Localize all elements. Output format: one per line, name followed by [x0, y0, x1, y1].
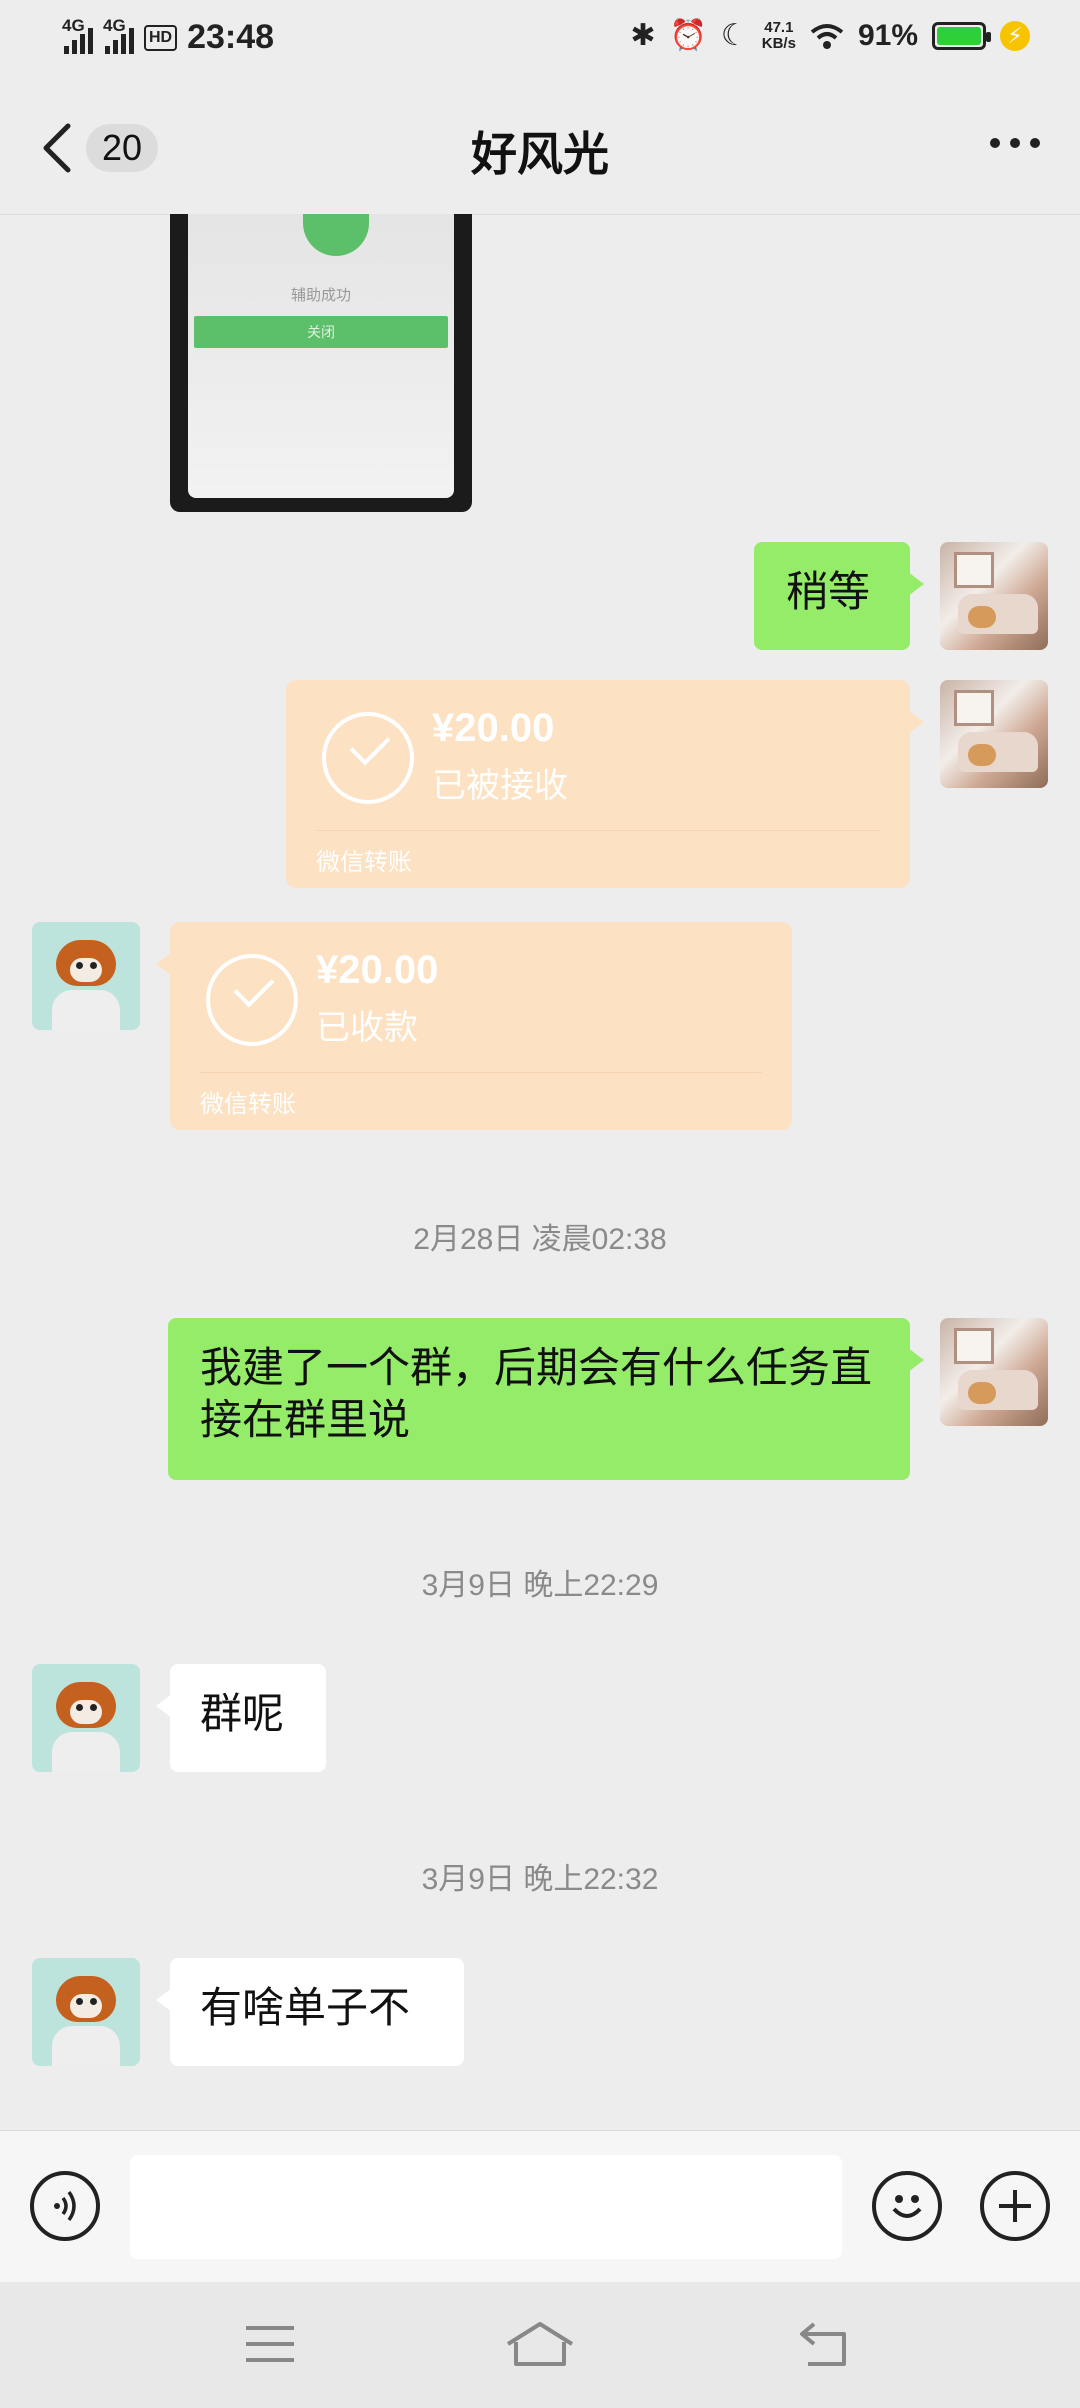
wifi-icon — [810, 23, 844, 49]
chat-header: 20 好风光 — [0, 82, 1080, 215]
sent-message[interactable]: 稍等 — [754, 542, 924, 650]
avatar[interactable] — [32, 922, 140, 1030]
menu-icon[interactable] — [240, 2316, 300, 2372]
transfer-card[interactable]: ¥20.00 已收款 微信转账 — [156, 922, 792, 1130]
network-speed: 47.1 KB/s — [761, 18, 796, 52]
bluetooth-icon: ✱ — [630, 19, 656, 52]
avatar[interactable] — [940, 1318, 1048, 1426]
message-list[interactable]: 辅助成功 关闭 稍等 ¥20.00 已被接收 微信转账 ¥20.00 已收款 微… — [0, 214, 1080, 2130]
smile-face-icon — [892, 2195, 922, 2218]
system-nav-bar — [0, 2282, 1080, 2408]
timestamp: 2月28日 凌晨02:38 — [413, 1223, 667, 1256]
home-icon[interactable] — [504, 2316, 576, 2372]
check-circle-icon — [322, 712, 414, 804]
check-circle-icon — [206, 954, 298, 1046]
moon-icon: ☾ — [720, 19, 748, 52]
hd-icon: HD — [144, 24, 178, 51]
status-left: 4G 4G HD 23:48 — [62, 16, 275, 57]
check-icon — [303, 214, 369, 256]
image-screen: 辅助成功 关闭 — [188, 214, 454, 498]
page-title: 好风光 — [471, 128, 609, 180]
avatar[interactable] — [32, 1958, 140, 2066]
timestamp: 3月9日 晚上22:32 — [421, 1863, 659, 1896]
battery-icon — [932, 21, 991, 50]
sent-message[interactable]: 我建了一个群，后期会有什么任务直接在群里说 — [168, 1318, 924, 1480]
plus-icon[interactable] — [980, 2171, 1050, 2241]
status-bar: 4G 4G HD 23:48 ✱ ⏰ ☾ 47.1 KB/s 91% ⚡ — [0, 0, 1080, 82]
received-message[interactable]: 有啥单子不 — [156, 1958, 464, 2066]
charging-icon: ⚡ — [1000, 20, 1030, 51]
alarm-icon: ⏰ — [669, 19, 707, 52]
clock: 23:48 — [187, 18, 275, 56]
status-right: ✱ ⏰ ☾ 47.1 KB/s 91% ⚡ — [630, 18, 1030, 53]
message-input[interactable] — [130, 2155, 842, 2259]
transfer-card[interactable]: ¥20.00 已被接收 微信转账 — [286, 680, 924, 888]
back-arrow-icon[interactable] — [794, 2316, 854, 2372]
timestamp: 3月9日 晚上22:29 — [421, 1569, 659, 1602]
emoji-icon[interactable] — [872, 2171, 942, 2241]
input-bar — [0, 2130, 1080, 2283]
plus-sign-icon — [999, 2190, 1031, 2222]
signal-icon: 4G — [62, 16, 93, 54]
avatar[interactable] — [32, 1664, 140, 1772]
avatar[interactable] — [940, 680, 1048, 788]
avatar[interactable] — [940, 542, 1048, 650]
received-message[interactable]: 群呢 — [156, 1664, 326, 1772]
image-message[interactable]: 辅助成功 关闭 — [170, 214, 472, 512]
battery-percent: 91% — [857, 18, 918, 52]
voice-wave-icon — [54, 2190, 76, 2222]
more-dots-icon[interactable] — [990, 138, 1040, 148]
signal-icon: 4G — [103, 16, 134, 54]
voice-icon[interactable] — [30, 2171, 100, 2241]
